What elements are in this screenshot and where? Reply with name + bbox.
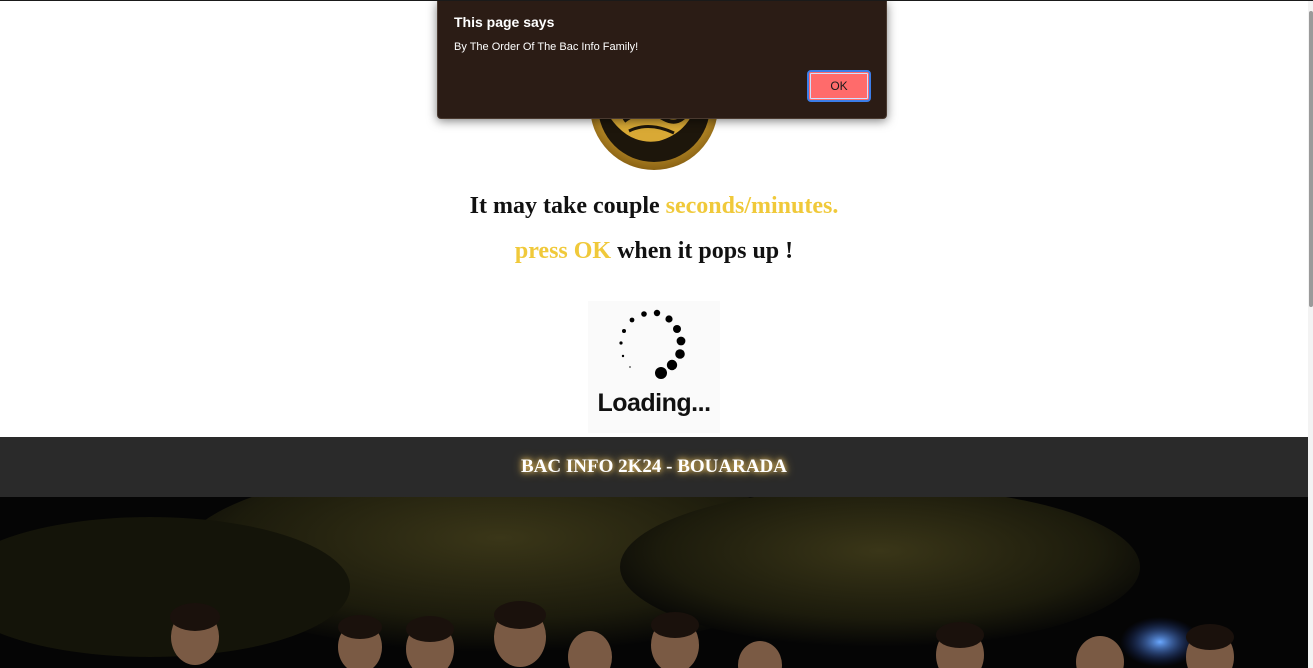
duration-accent-text: seconds/minutes.	[665, 193, 839, 219]
group-photo-image	[0, 497, 1308, 668]
page-viewport: It may take couple seconds/minutes. pres…	[0, 0, 1313, 668]
loading-text: Loading...	[597, 389, 711, 417]
dialog-title: This page says	[454, 14, 555, 30]
footer-title: BAC INFO 2K24 - BOUARADA	[521, 456, 787, 477]
instruction-text: when it pops up !	[611, 238, 794, 264]
spinner-dots-icon	[619, 309, 686, 379]
alert-dialog: This page says By The Order Of The Bac I…	[437, 1, 887, 119]
group-photo	[0, 497, 1308, 668]
ok-button[interactable]: OK	[807, 70, 871, 102]
scrollbar-thumb[interactable]	[1309, 11, 1313, 307]
info-line-duration: It may take couple seconds/minutes.	[0, 191, 1308, 221]
dialog-message: By The Order Of The Bac Info Family!	[454, 41, 639, 53]
info-line-instruction: press OK when it pops up !	[0, 236, 1308, 266]
loading-indicator: Loading...	[588, 301, 720, 433]
press-ok-accent-text: press OK	[514, 238, 612, 264]
footer-title-bar: BAC INFO 2K24 - BOUARADA	[0, 437, 1308, 497]
vertical-scrollbar[interactable]	[1308, 1, 1313, 668]
duration-text: It may take couple	[469, 193, 666, 219]
